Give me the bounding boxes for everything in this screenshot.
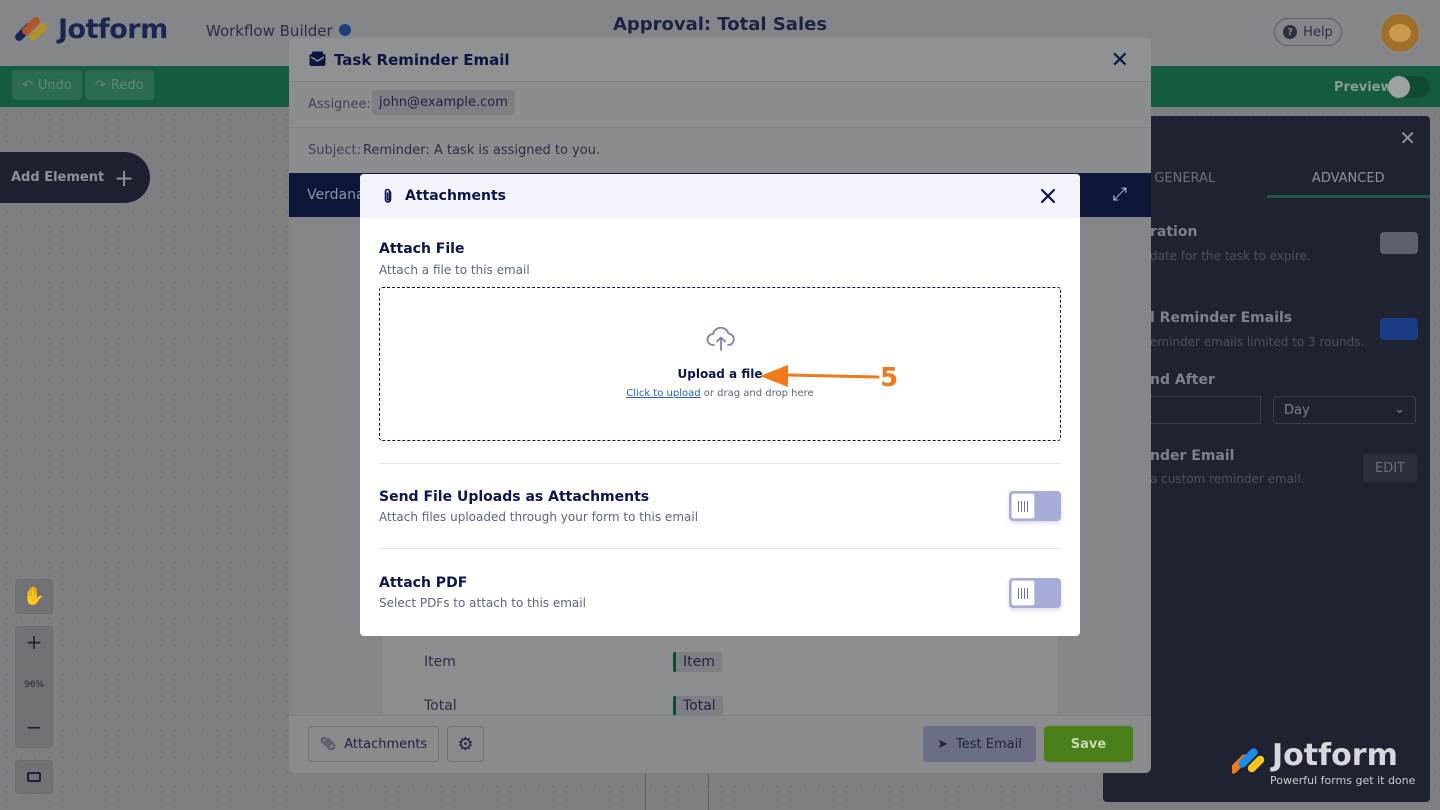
tab-advanced[interactable]: ADVANCED [1266, 160, 1430, 198]
annotation-arrow-icon [760, 365, 880, 387]
paperclip-icon: 📎︎ [319, 736, 337, 752]
reminder-emails-toggle[interactable] [1380, 318, 1418, 340]
expand-icon[interactable]: ⤢ [1113, 184, 1127, 205]
expiration-toggle[interactable] [1380, 232, 1418, 254]
hand-icon: ✋ [22, 586, 46, 607]
attachments-button[interactable]: 📎︎ Attachments [308, 726, 439, 762]
close-icon[interactable]: ✕ [1399, 126, 1416, 150]
redo-icon: ↷ [95, 77, 106, 93]
upload-title: Upload a file [677, 367, 763, 381]
send-uploads-toggle[interactable] [1009, 491, 1061, 521]
divider [379, 548, 1061, 549]
settings-tabs: GENERAL ADVANCED [1103, 160, 1430, 198]
connector-line [708, 770, 709, 810]
resend-unit-select[interactable]: Day ⌄ [1273, 396, 1416, 424]
modal-footer: 📎︎ Attachments ⚙ ➤ Test Email Save [289, 715, 1151, 773]
dialog-title: Attachments [405, 188, 507, 204]
help-button[interactable]: ? Help [1274, 18, 1342, 46]
click-to-upload-link[interactable]: Click to upload [626, 388, 700, 399]
send-icon: ➤ [937, 736, 949, 752]
jotform-logo-icon [1232, 748, 1265, 774]
toggle-knob [1011, 493, 1035, 519]
subject-field[interactable]: Reminder: A task is assigned to you. [363, 143, 600, 158]
chevron-down-icon: ⌄ [1394, 402, 1405, 417]
edit-button[interactable]: EDIT [1363, 454, 1417, 482]
upload-hint: Click to upload or drag and drop here [626, 388, 814, 399]
expiration-desc: date for the task to expire. [1150, 249, 1311, 263]
table-row-label: Total [424, 698, 457, 714]
send-uploads-title: Send File Uploads as Attachments [379, 489, 650, 505]
step-number: 5 [880, 363, 899, 393]
undo-button[interactable]: ↶ Undo [12, 70, 82, 100]
minimap-button[interactable] [15, 760, 53, 794]
attach-file-title: Attach File [379, 241, 465, 257]
hand-tool-button[interactable]: ✋ [15, 579, 53, 614]
gear-icon: ⚙ [457, 733, 474, 755]
modal-header: Task Reminder Email ✕ [289, 38, 1151, 82]
attach-file-desc: Attach a file to this email [379, 263, 530, 277]
reminder-emails-desc: eminder emails limited to 3 rounds. [1150, 335, 1365, 349]
settings-panel: ✕ GENERAL ADVANCED ration date for the t… [1103, 116, 1430, 802]
send-uploads-desc: Attach files uploaded through your form … [379, 510, 699, 524]
modal-title: Task Reminder Email [334, 51, 510, 69]
attach-pdf-title: Attach PDF [379, 575, 468, 591]
font-select[interactable]: Verdana [307, 187, 365, 203]
reminder-email-desc: a custom reminder email. [1150, 472, 1305, 486]
question-icon: ? [1283, 25, 1298, 39]
undo-icon: ↶ [22, 77, 33, 93]
preview-label: Preview [1334, 80, 1393, 95]
plus-icon: + [114, 164, 135, 192]
mail-icon [309, 51, 326, 66]
assignee-chip[interactable]: john@example.com [372, 90, 515, 115]
table-row-label: Item [424, 654, 456, 670]
reminder-emails-title: l Reminder Emails [1150, 310, 1293, 326]
cloud-upload-icon [706, 326, 735, 351]
dialog-header: Attachments [360, 174, 1080, 218]
test-email-button[interactable]: ➤ Test Email [923, 726, 1036, 762]
save-button[interactable]: Save [1044, 726, 1133, 762]
redo-button[interactable]: ↷ Redo [85, 70, 154, 100]
divider [289, 127, 1151, 128]
preview-toggle[interactable] [1388, 76, 1430, 98]
close-icon[interactable] [1038, 186, 1058, 206]
zoom-in-button[interactable]: + [15, 630, 53, 654]
minimap-icon [27, 772, 41, 782]
attach-pdf-desc: Select PDFs to attach to this email [379, 596, 586, 610]
expiration-title: ration [1150, 224, 1198, 240]
resend-after-title: nd After [1150, 372, 1215, 388]
reminder-email-title: nder Email [1150, 448, 1235, 464]
avatar[interactable] [1379, 12, 1421, 54]
settings-button[interactable]: ⚙ [447, 726, 484, 762]
divider [379, 463, 1061, 464]
field-tag[interactable]: Item [673, 652, 722, 672]
paperclip-icon [384, 188, 392, 203]
zoom-out-button[interactable]: − [15, 715, 53, 739]
attach-pdf-toggle[interactable] [1009, 578, 1061, 608]
connector-line [645, 770, 646, 810]
page-title: Approval: Total Sales [612, 14, 828, 35]
zoom-level: 96% [23, 680, 44, 690]
file-dropzone[interactable]: Upload a file Click to upload or drag an… [379, 287, 1061, 441]
close-icon[interactable]: ✕ [1111, 48, 1129, 73]
add-element-button[interactable]: Add Element + [0, 152, 150, 203]
toggle-knob [1011, 580, 1035, 606]
attachments-dialog: Attachments Attach File Attach a file to… [360, 174, 1080, 636]
field-tag[interactable]: Total [673, 696, 723, 716]
